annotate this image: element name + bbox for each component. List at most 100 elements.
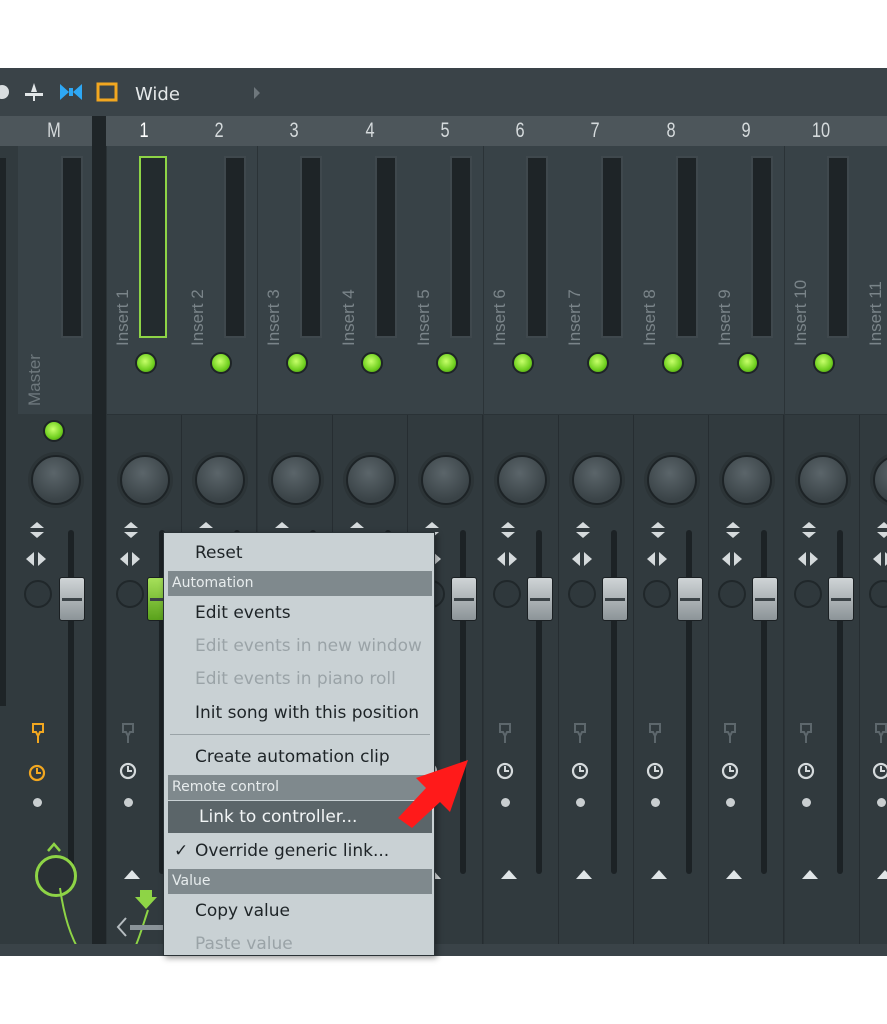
route-icon[interactable]	[723, 722, 737, 744]
time-icon[interactable]	[119, 762, 137, 780]
insert-name[interactable]: Insert 3	[264, 246, 288, 346]
insert-strip[interactable]: Insert 9	[709, 146, 784, 956]
insert-name[interactable]: Insert 4	[339, 246, 363, 346]
insert-name[interactable]: Insert 6	[490, 246, 514, 346]
stereo-separation-icon[interactable]	[576, 522, 590, 538]
toolbar-expand-arrow-icon[interactable]	[254, 87, 260, 99]
time-icon[interactable]	[721, 762, 739, 780]
enable-led[interactable]	[813, 352, 835, 374]
insert-name[interactable]: Insert 2	[188, 246, 212, 346]
master-fader-handle[interactable]	[59, 577, 85, 621]
master-volume-knob[interactable]	[31, 455, 81, 505]
volume-knob[interactable]	[647, 455, 697, 505]
route-icon[interactable]	[498, 722, 512, 744]
enable-led[interactable]	[135, 352, 157, 374]
insert-name[interactable]: Insert 7	[565, 246, 589, 346]
insert-name[interactable]: Insert 5	[414, 246, 438, 346]
stereo-separation-icon[interactable]	[802, 522, 816, 538]
enable-led[interactable]	[512, 352, 534, 374]
channel-number[interactable]: 6	[491, 116, 549, 146]
pan-icon[interactable]	[572, 552, 592, 566]
fader-handle[interactable]	[602, 577, 628, 621]
volume-knob[interactable]	[497, 455, 547, 505]
pan-icon[interactable]	[120, 552, 140, 566]
pan-knob[interactable]	[493, 580, 521, 608]
pan-icon[interactable]	[26, 552, 46, 566]
time-icon[interactable]	[496, 762, 514, 780]
layout-wide-icon[interactable]	[96, 82, 118, 102]
insert-strip[interactable]: Insert 11	[860, 146, 887, 956]
channel-number[interactable]: 3	[265, 116, 323, 146]
enable-led[interactable]	[587, 352, 609, 374]
stereo-separation-icon[interactable]	[651, 522, 665, 538]
fader-handle[interactable]	[752, 577, 778, 621]
pan-knob[interactable]	[643, 580, 671, 608]
enable-led[interactable]	[210, 352, 232, 374]
link-channels-icon[interactable]	[58, 82, 84, 102]
channel-number[interactable]: 10	[792, 116, 850, 146]
channel-number[interactable]: 4	[341, 116, 399, 146]
volume-knob[interactable]	[798, 455, 848, 505]
pan-knob[interactable]	[568, 580, 596, 608]
route-icon[interactable]	[573, 722, 587, 744]
channel-number[interactable]: 7	[566, 116, 624, 146]
menu-item-edit-events[interactable]: Edit events	[164, 597, 434, 629]
stereo-separation-icon[interactable]	[30, 522, 44, 538]
send-up-arrow-icon[interactable]	[124, 870, 140, 879]
enable-led[interactable]	[436, 352, 458, 374]
stereo-separation-icon[interactable]	[124, 522, 138, 538]
send-up-arrow-icon[interactable]	[726, 870, 742, 879]
view-icon[interactable]	[0, 82, 14, 102]
volume-knob[interactable]	[120, 455, 170, 505]
fader-handle[interactable]	[677, 577, 703, 621]
volume-knob[interactable]	[572, 455, 622, 505]
menu-item-copy-value[interactable]: Copy value	[164, 895, 434, 927]
master-route-icon[interactable]	[30, 722, 46, 744]
channel-number[interactable]: 5	[416, 116, 474, 146]
menu-item-init-song[interactable]: Init song with this position	[164, 697, 434, 729]
send-up-arrow-icon[interactable]	[576, 870, 592, 879]
enable-led[interactable]	[662, 352, 684, 374]
volume-knob[interactable]	[421, 455, 471, 505]
enable-led[interactable]	[286, 352, 308, 374]
route-down-arrow-icon[interactable]	[134, 890, 158, 910]
send-up-arrow-icon[interactable]	[802, 870, 818, 879]
time-icon[interactable]	[646, 762, 664, 780]
pan-icon[interactable]	[722, 552, 742, 566]
master-enable-led[interactable]	[43, 420, 65, 442]
pan-knob[interactable]	[718, 580, 746, 608]
insert-name[interactable]: Insert 8	[640, 246, 664, 346]
volume-knob[interactable]	[722, 455, 772, 505]
volume-knob[interactable]	[271, 455, 321, 505]
route-icon[interactable]	[799, 722, 813, 744]
insert-strip[interactable]: Insert 10	[785, 146, 860, 956]
pan-knob[interactable]	[116, 580, 144, 608]
scroll-left-icon[interactable]	[116, 916, 128, 938]
channel-number[interactable]: 1	[115, 116, 173, 146]
master-pan-knob[interactable]	[24, 580, 52, 608]
route-icon[interactable]	[648, 722, 662, 744]
stereo-separation-icon[interactable]	[877, 522, 887, 538]
enable-led[interactable]	[361, 352, 383, 374]
menu-item-override-generic-link[interactable]: ✓ Override generic link...	[164, 835, 434, 867]
insert-name[interactable]: Insert 1	[113, 246, 137, 346]
pan-icon[interactable]	[647, 552, 667, 566]
pan-icon[interactable]	[798, 552, 818, 566]
fader-handle[interactable]	[828, 577, 854, 621]
strip-divider[interactable]	[92, 116, 106, 956]
insert-name[interactable]: Insert 10	[791, 246, 815, 346]
stereo-separation-icon[interactable]	[501, 522, 515, 538]
master-time-icon[interactable]	[28, 764, 46, 782]
insert-name[interactable]: Insert 11	[866, 246, 887, 346]
menu-item-create-automation-clip[interactable]: Create automation clip	[164, 741, 434, 773]
pan-icon[interactable]	[497, 552, 517, 566]
time-icon[interactable]	[872, 762, 887, 780]
insert-name[interactable]: Insert 9	[715, 246, 739, 346]
master-name[interactable]: Master	[25, 306, 49, 406]
channel-number-master[interactable]: M	[25, 116, 83, 146]
channel-number[interactable]: 2	[190, 116, 248, 146]
stereo-separation-icon[interactable]	[726, 522, 740, 538]
master-up-chevron-icon[interactable]	[46, 842, 62, 852]
volume-knob[interactable]	[346, 455, 396, 505]
time-icon[interactable]	[571, 762, 589, 780]
